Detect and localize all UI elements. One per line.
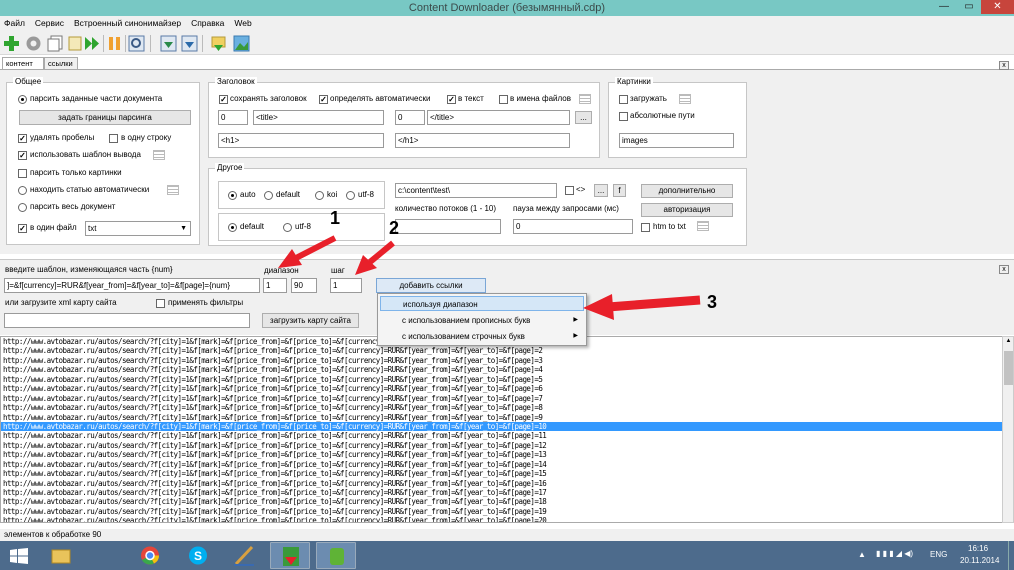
writer-icon[interactable]	[224, 542, 264, 569]
content-downloader-task-icon[interactable]	[270, 542, 310, 569]
show-desktop-button[interactable]	[1008, 541, 1014, 570]
chrome-icon[interactable]	[130, 542, 170, 569]
arrow-3	[607, 295, 701, 312]
annotation-1: 1	[330, 208, 341, 228]
clock-date[interactable]: 20.11.2014	[960, 556, 999, 565]
tray-icons[interactable]: ▮ ▮ ▮ ◢ ◀)	[876, 549, 932, 561]
arrow-2	[368, 240, 395, 265]
annotation-3: 3	[707, 292, 718, 312]
tray-arrow-icon[interactable]: ▲	[858, 550, 866, 559]
status-bar: элементов к обработке 90	[0, 529, 1014, 541]
annotation-arrows	[278, 235, 701, 320]
skype-icon[interactable]: S	[178, 542, 218, 569]
svg-text:S: S	[194, 549, 202, 563]
windows-start-icon[interactable]	[10, 548, 28, 566]
arrow-1	[294, 235, 337, 261]
clock-time[interactable]: 16:16	[968, 544, 988, 553]
annotation-2: 2	[389, 218, 400, 238]
explorer-icon[interactable]	[40, 542, 80, 569]
evernote-icon[interactable]	[316, 542, 356, 569]
arrowhead-3	[583, 294, 614, 320]
language-indicator[interactable]: ENG	[930, 550, 947, 559]
status-text: элементов к обработке 90	[4, 530, 102, 539]
taskbar: S ▲ ▮ ▮ ▮ ◢ ◀) ENG 16:16 20.11.2014	[0, 541, 1014, 570]
